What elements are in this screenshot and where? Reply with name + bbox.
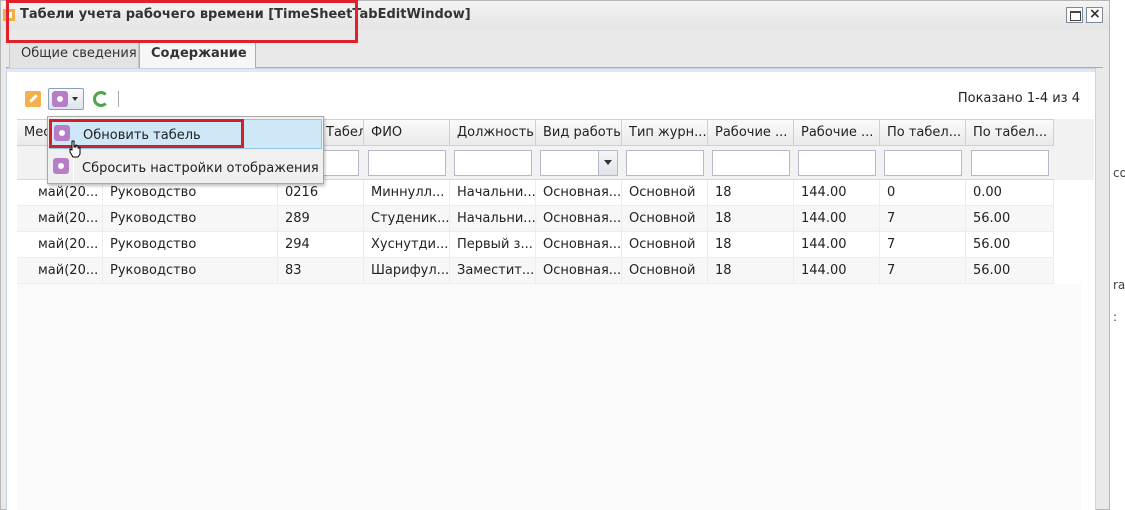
cell-timesheet-days: 7 [880, 206, 966, 232]
cell-timesheet-days: 7 [880, 232, 966, 258]
cell-work-days: 18 [708, 258, 794, 284]
cell-position: Первый з... [450, 232, 536, 258]
cell-timesheet-hours: 56.00 [966, 206, 1054, 232]
toolbar-divider [118, 91, 119, 107]
cell-timesheet-hours: 56.00 [966, 232, 1054, 258]
column-header[interactable]: По табел... [966, 120, 1054, 147]
column-header[interactable]: Должность [450, 120, 536, 147]
settings-gear-icon [53, 158, 69, 174]
menu-item-reset-display[interactable]: Сбросить настройки отображения [49, 153, 322, 183]
filter-input[interactable] [368, 150, 446, 176]
close-icon: × [1089, 6, 1101, 22]
cell-position: Начальни... [450, 180, 536, 206]
tab-general-info[interactable]: Общие сведения [9, 41, 139, 68]
column-header[interactable]: Тип журн... [622, 120, 708, 147]
panel-top-strip [7, 69, 1095, 72]
column-header[interactable]: Вид работы [536, 120, 622, 147]
column-header[interactable]: По табел... [880, 120, 966, 147]
cell-journal-type: Основной [622, 180, 708, 206]
table-row[interactable]: май(20... Руководство 294 Хуснутди... Пе… [17, 232, 1054, 258]
cell-work-hours: 144.00 [794, 180, 880, 206]
grid-body: май(20... Руководство 0216 Миннулл... На… [17, 180, 1054, 284]
maximize-button[interactable] [1066, 7, 1083, 23]
filter-combobox[interactable] [540, 150, 618, 176]
column-header[interactable]: Рабочие ... [794, 120, 880, 147]
filter-input[interactable] [712, 150, 790, 176]
cell-timesheet-hours: 56.00 [966, 258, 1054, 284]
cell-work-type: Основная... [536, 180, 622, 206]
cell-journal-type: Основной [622, 258, 708, 284]
cell-position: Заместит... [450, 258, 536, 284]
table-row[interactable]: май(20... Руководство 289 Студеник... На… [17, 206, 1054, 232]
settings-dropdown-menu: Обновить табель Сбросить настройки отобр… [47, 116, 324, 184]
close-button[interactable]: × [1086, 6, 1103, 23]
cell-work-type: Основная... [536, 206, 622, 232]
settings-gear-icon [54, 125, 70, 141]
paging-info: Показано 1-4 из 4 [957, 91, 1080, 106]
chevron-down-icon [604, 160, 612, 165]
cell-work-days: 18 [708, 206, 794, 232]
chevron-down-icon [72, 97, 78, 101]
window-title: Табели учета рабочего времени [TimeSheet… [20, 7, 471, 22]
settings-menu-button[interactable] [48, 88, 84, 110]
cell-personnel-number: 83 [278, 258, 364, 284]
filter-input[interactable] [884, 150, 962, 176]
menu-item-refresh-timesheet[interactable]: Обновить табель [49, 119, 322, 149]
tab-content[interactable]: Содержание [139, 41, 256, 69]
cell-full-name: Шарифул... [364, 258, 450, 284]
cell-work-type: Основная... [536, 232, 622, 258]
menu-item-label: Обновить табель [83, 128, 201, 143]
hand-cursor-icon [69, 140, 81, 158]
grid-empty-area [17, 284, 1081, 510]
background-text-fragment: : [1113, 310, 1118, 324]
cell-work-days: 18 [708, 180, 794, 206]
grid-toolbar: Показано 1-4 из 4 [11, 87, 1091, 113]
background-window-panel [1109, 0, 1125, 510]
pencil-icon [25, 91, 41, 107]
cell-department: Руководство [103, 258, 278, 284]
cell-full-name: Студеник... [364, 206, 450, 232]
settings-gear-icon [52, 91, 68, 107]
cell-timesheet-days: 0 [880, 180, 966, 206]
window-titlebar[interactable]: Табели учета рабочего времени [TimeSheet… [1, 1, 1109, 29]
cell-month: май(20... [17, 258, 103, 284]
cell-full-name: Хуснутди... [364, 232, 450, 258]
cell-timesheet-hours: 0.00 [966, 180, 1054, 206]
edit-button[interactable] [22, 88, 44, 110]
window-icon [3, 9, 15, 21]
cell-position: Начальни... [450, 206, 536, 232]
table-row[interactable]: май(20... Руководство 83 Шарифул... Заме… [17, 258, 1054, 284]
cell-work-type: Основная... [536, 258, 622, 284]
cell-personnel-number: 289 [278, 206, 364, 232]
filter-input[interactable] [626, 150, 704, 176]
refresh-button[interactable] [90, 88, 112, 110]
background-text-fragment: co [1113, 166, 1125, 180]
menu-item-label: Сбросить настройки отображения [82, 161, 319, 176]
cell-department: Руководство [103, 232, 278, 258]
column-header[interactable]: Рабочие ... [708, 120, 794, 147]
cell-month: май(20... [17, 206, 103, 232]
filter-input[interactable] [798, 150, 876, 176]
cell-personnel-number: 294 [278, 232, 364, 258]
filter-input[interactable] [454, 150, 532, 176]
cell-work-days: 18 [708, 232, 794, 258]
cell-month: май(20... [17, 232, 103, 258]
cell-department: Руководство [103, 206, 278, 232]
filter-input[interactable] [971, 150, 1049, 176]
cell-full-name: Миннулл... [364, 180, 450, 206]
grid-header-filler [1054, 119, 1094, 180]
cell-journal-type: Основной [622, 232, 708, 258]
cell-work-hours: 144.00 [794, 206, 880, 232]
cell-work-hours: 144.00 [794, 232, 880, 258]
cell-timesheet-days: 7 [880, 258, 966, 284]
cell-journal-type: Основной [622, 206, 708, 232]
refresh-icon [93, 91, 109, 107]
cell-work-hours: 144.00 [794, 258, 880, 284]
column-header[interactable]: ФИО [364, 120, 450, 147]
background-text-fragment: ra [1113, 278, 1125, 292]
tab-strip: Общие сведения Содержание [6, 41, 1103, 69]
